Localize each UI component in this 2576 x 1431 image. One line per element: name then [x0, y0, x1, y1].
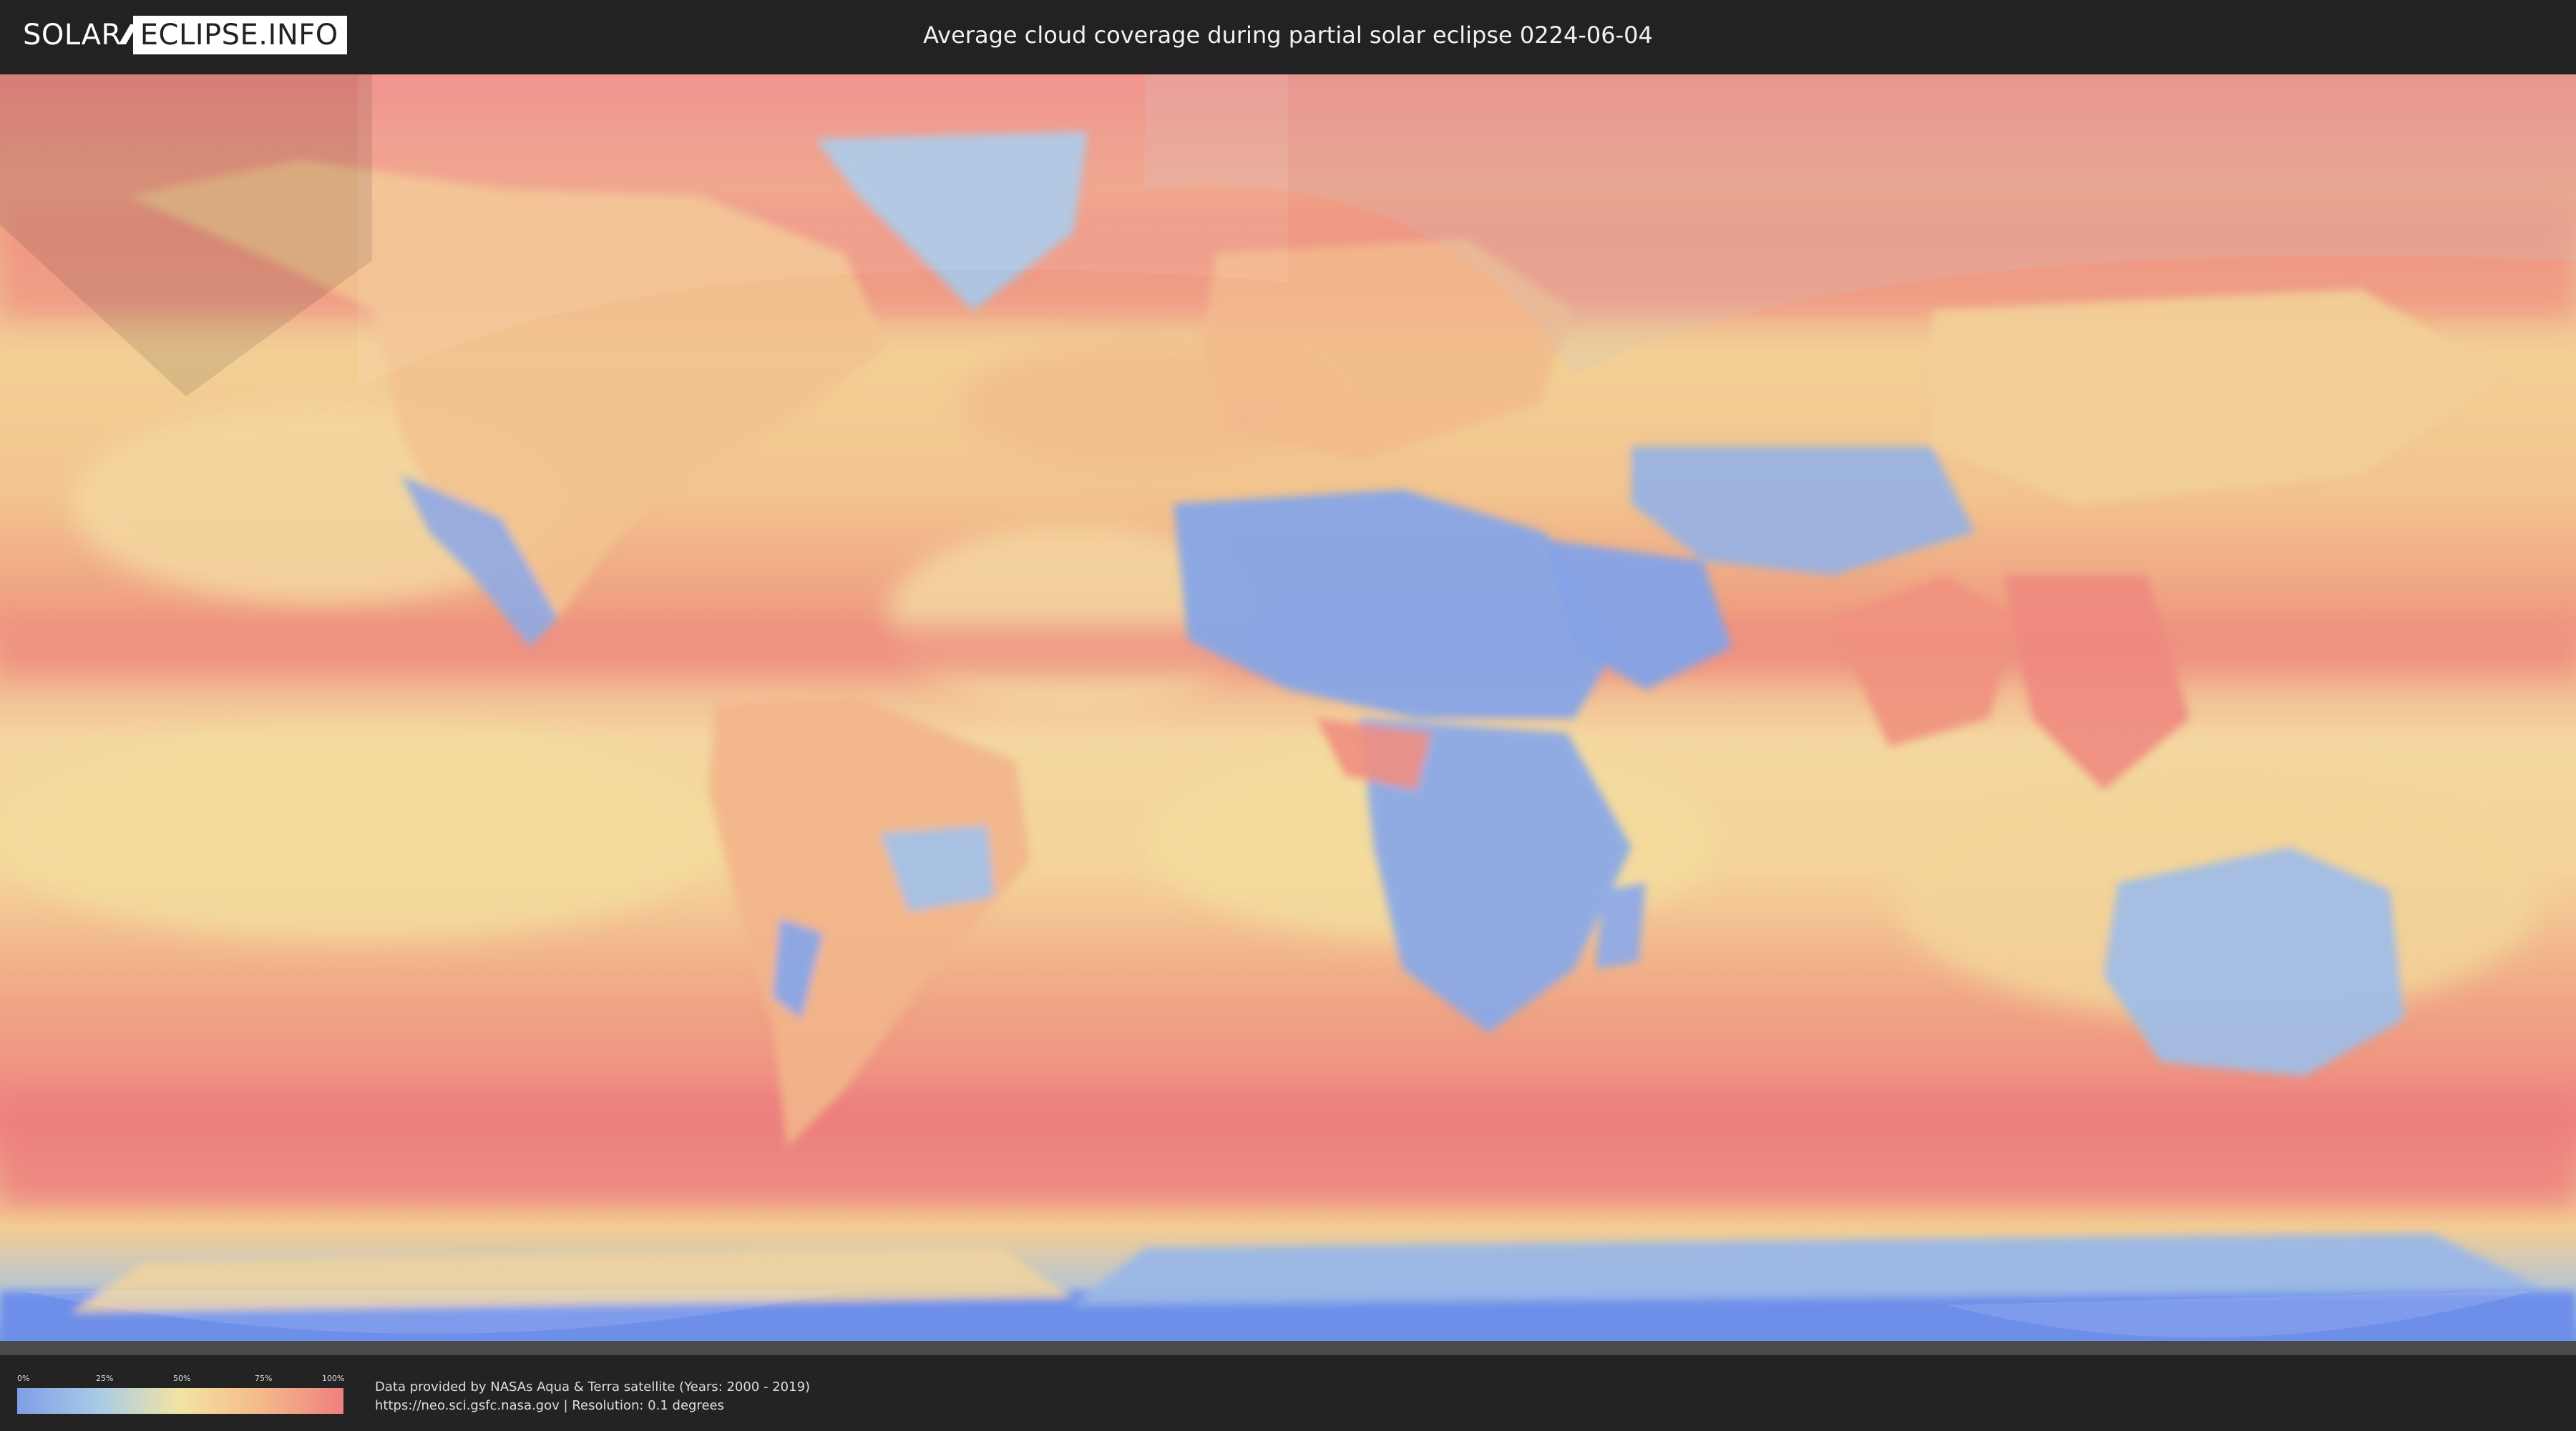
cloud-coverage-legend: 0% 25% 50% 75% 100% — [17, 1374, 345, 1414]
credits-line-1: Data provided by NASAs Aqua & Terra sate… — [375, 1379, 811, 1395]
legend-tick-0: 0% — [17, 1374, 30, 1383]
legend-tick-75: 75% — [255, 1374, 273, 1383]
legend-tick-50: 50% — [173, 1374, 191, 1383]
legend-ticks: 0% 25% 50% 75% 100% — [17, 1374, 345, 1384]
legend-color-scale — [17, 1388, 343, 1414]
cloud-coverage-map[interactable] — [0, 74, 2576, 1355]
legend-tick-25: 25% — [96, 1374, 114, 1383]
header-bar: SOLAR ECLIPSE.INFO Average cloud coverag… — [0, 0, 2576, 72]
legend-tick-100: 100% — [322, 1374, 345, 1383]
world-map-icon — [0, 74, 2576, 1355]
credits-line-2[interactable]: https://neo.sci.gsfc.nasa.gov | Resoluti… — [375, 1397, 810, 1415]
page-title: Average cloud coverage during partial so… — [923, 21, 1653, 49]
data-credits: Data provided by NASAs Aqua & Terra sate… — [375, 1378, 810, 1415]
